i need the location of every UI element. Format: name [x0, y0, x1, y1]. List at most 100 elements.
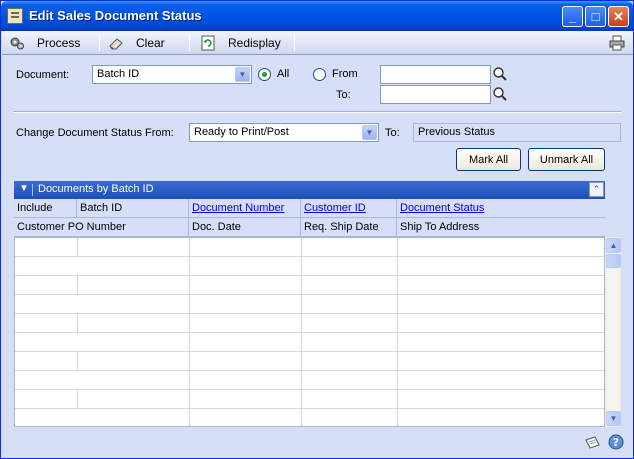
magnifier-icon — [493, 67, 507, 81]
grid-body — [14, 237, 605, 427]
row-divider — [189, 371, 190, 390]
row-divider — [397, 238, 398, 257]
document-type-select[interactable]: Batch ID ▼ — [92, 65, 252, 84]
minimize-icon: _ — [568, 9, 577, 24]
redisplay-button[interactable]: Redisplay — [200, 33, 281, 53]
row-divider — [189, 409, 190, 426]
row-divider — [397, 295, 398, 314]
row-divider — [301, 409, 302, 426]
row-divider — [77, 238, 78, 257]
row-divider — [77, 276, 78, 295]
close-button[interactable]: ✕ — [608, 6, 629, 27]
to-field[interactable] — [380, 85, 491, 104]
row-divider — [77, 314, 78, 333]
from-radio[interactable] — [313, 68, 326, 81]
table-row[interactable] — [15, 390, 604, 409]
document-type-value: Batch ID — [97, 68, 140, 80]
table-row[interactable] — [15, 257, 604, 276]
row-divider — [301, 371, 302, 390]
chevron-down-icon[interactable]: ▼ — [362, 125, 377, 140]
title-bar[interactable]: Edit Sales Document Status _ □ ✕ — [1, 1, 633, 31]
from-field[interactable] — [380, 65, 491, 84]
col-include[interactable]: Include — [17, 202, 52, 214]
note-icon[interactable] — [584, 434, 601, 451]
chevron-down-icon[interactable]: ▼ — [19, 183, 29, 194]
row-divider — [189, 352, 190, 371]
row-divider — [77, 390, 78, 409]
row-divider — [397, 409, 398, 426]
table-row[interactable] — [15, 333, 604, 352]
redisplay-label: Redisplay — [228, 36, 281, 50]
row-divider — [189, 257, 190, 276]
all-radio-label: All — [277, 68, 290, 80]
status-to-value: Previous Status — [418, 126, 496, 138]
col-ship-to-address[interactable]: Ship To Address — [400, 221, 479, 233]
col-divider — [188, 199, 189, 218]
grid-scrollbar[interactable]: ▲ ▼ — [605, 237, 621, 427]
row-divider — [301, 390, 302, 409]
row-divider — [301, 352, 302, 371]
table-row[interactable] — [15, 314, 604, 333]
row-divider — [301, 238, 302, 257]
grid-header-row-1: Include Batch ID Document Number Custome… — [14, 199, 605, 218]
document-label: Document: — [16, 69, 70, 81]
status-from-select[interactable]: Ready to Print/Post ▼ — [189, 123, 379, 142]
clear-button[interactable]: Clear — [108, 33, 165, 53]
row-divider — [189, 314, 190, 333]
scroll-up-icon[interactable]: ▲ — [606, 238, 621, 253]
close-icon: ✕ — [613, 9, 624, 24]
col-doc-date[interactable]: Doc. Date — [192, 221, 241, 233]
table-row[interactable] — [15, 409, 604, 426]
to-lookup-button[interactable] — [492, 86, 508, 103]
table-row[interactable] — [15, 352, 604, 371]
minimize-button[interactable]: _ — [562, 6, 583, 27]
from-lookup-button[interactable] — [492, 66, 508, 83]
row-divider — [397, 371, 398, 390]
magnifier-icon — [493, 87, 507, 101]
status-to-label: To: — [385, 127, 400, 139]
row-divider — [301, 333, 302, 352]
row-divider — [189, 238, 190, 257]
toolbar-separator — [294, 35, 295, 51]
printer-icon — [609, 35, 625, 51]
grid-title-separator — [32, 184, 33, 196]
col-batch-id[interactable]: Batch ID — [80, 202, 122, 214]
process-button[interactable]: Process — [9, 33, 80, 53]
all-radio[interactable] — [258, 68, 271, 81]
status-to-field: Previous Status — [413, 123, 621, 142]
unmark-all-button[interactable]: Unmark All — [528, 148, 605, 171]
col-customer-po-number[interactable]: Customer PO Number — [17, 221, 126, 233]
col-document-status[interactable]: Document Status — [400, 202, 484, 214]
row-divider — [189, 276, 190, 295]
window-app-icon — [7, 8, 23, 24]
maximize-button[interactable]: □ — [585, 6, 606, 27]
grid-title-bar: ▼ Documents by Batch ID ⌃ — [14, 181, 605, 199]
row-divider — [189, 295, 190, 314]
col-customer-id[interactable]: Customer ID — [304, 202, 366, 214]
maximize-icon: □ — [591, 9, 600, 24]
mark-all-label: Mark All — [468, 153, 509, 166]
chevron-down-icon[interactable]: ▼ — [235, 67, 250, 82]
scroll-thumb[interactable] — [606, 254, 621, 268]
table-row[interactable] — [15, 276, 604, 295]
print-button[interactable] — [609, 33, 634, 53]
row-divider — [301, 276, 302, 295]
scroll-down-icon[interactable]: ▼ — [606, 411, 621, 426]
table-row[interactable] — [15, 238, 604, 257]
row-divider — [301, 257, 302, 276]
status-from-value: Ready to Print/Post — [194, 126, 289, 138]
row-divider — [301, 295, 302, 314]
row-divider — [397, 333, 398, 352]
gears-icon — [9, 35, 25, 51]
table-row[interactable] — [15, 295, 604, 314]
expand-grid-icon[interactable]: ⌃ — [589, 182, 604, 197]
to-label: To: — [336, 89, 351, 101]
help-icon[interactable]: ? — [608, 434, 624, 450]
row-divider — [397, 276, 398, 295]
table-row[interactable] — [15, 371, 604, 390]
col-divider — [300, 218, 301, 237]
col-req-ship-date[interactable]: Req. Ship Date — [304, 221, 379, 233]
from-label: From — [332, 68, 358, 80]
col-document-number[interactable]: Document Number — [192, 202, 284, 214]
mark-all-button[interactable]: Mark All — [456, 148, 521, 171]
